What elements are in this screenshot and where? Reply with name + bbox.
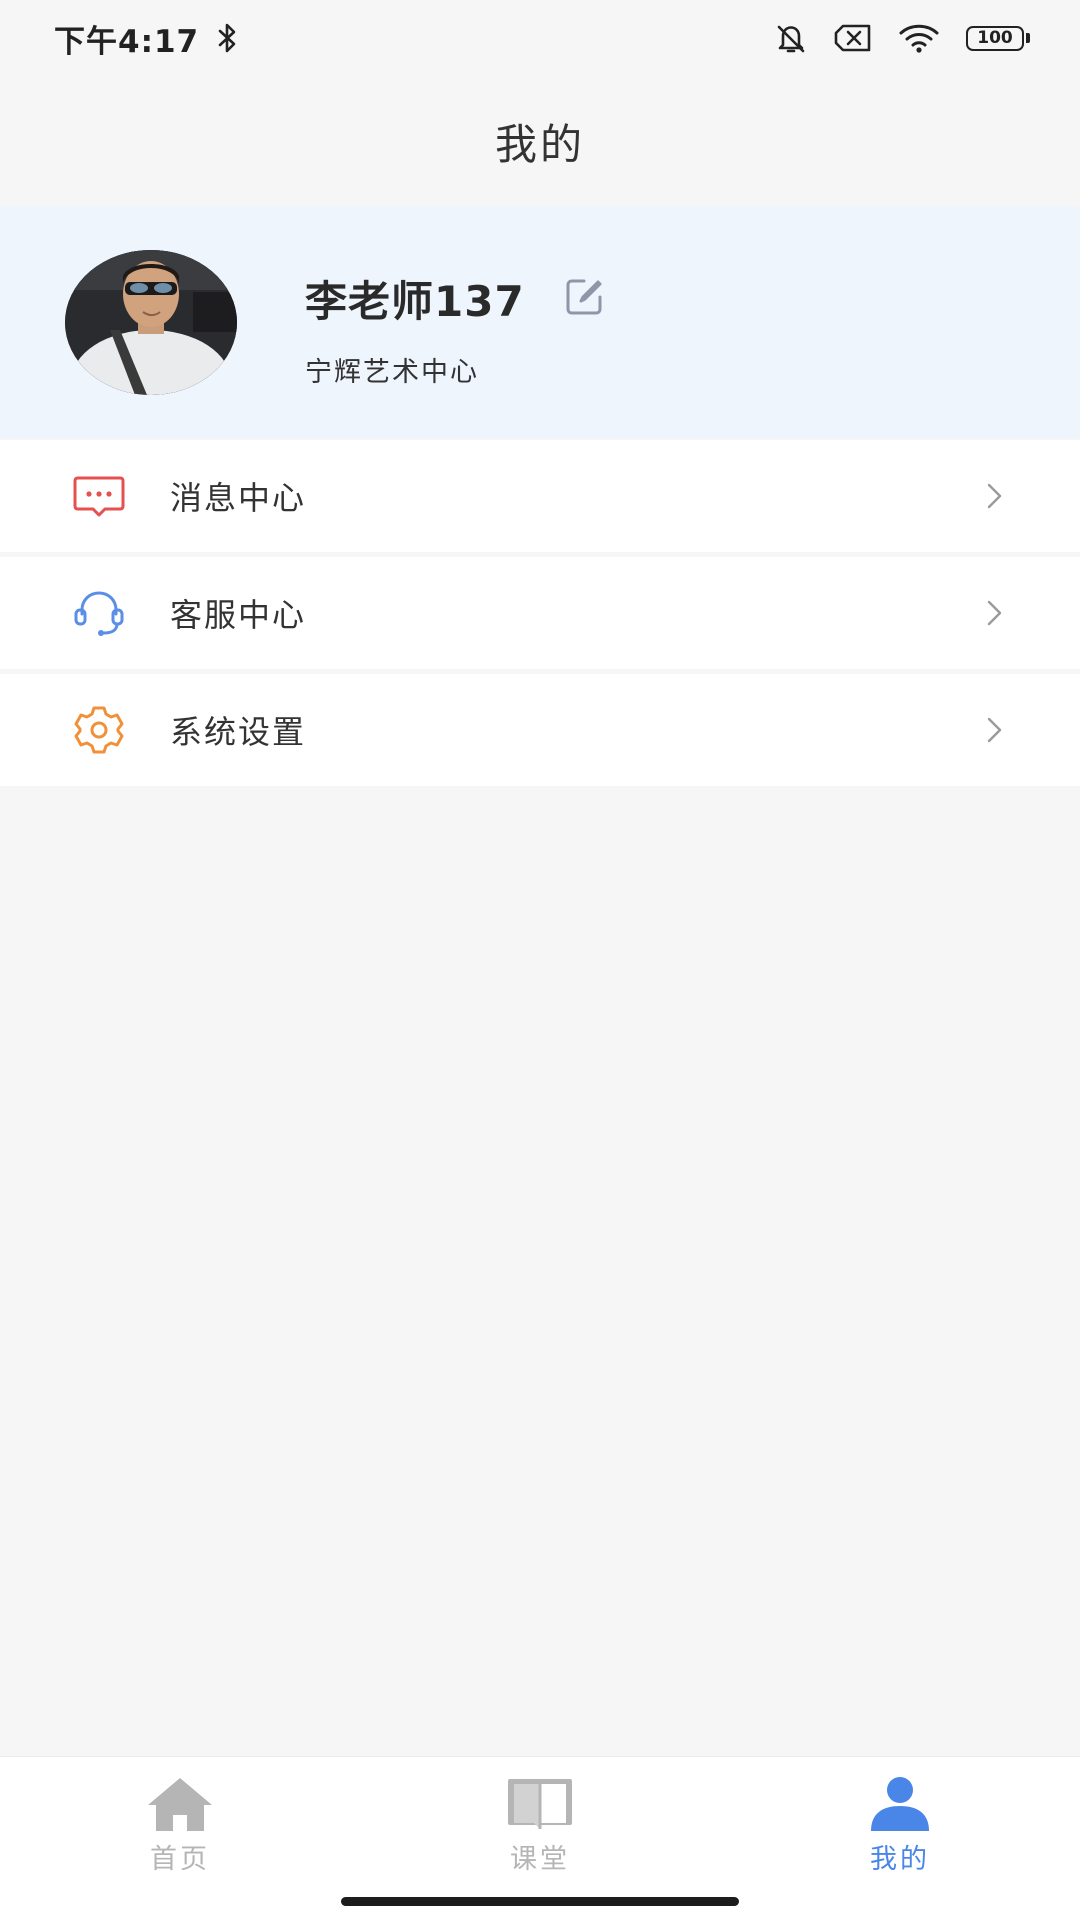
battery-tip — [1026, 33, 1030, 43]
message-icon — [73, 476, 125, 517]
profile-card: 李老师137 宁辉艺术中心 — [0, 206, 1080, 438]
tab-home[interactable]: 首页 — [80, 1775, 280, 1885]
bell-muted-icon — [777, 25, 805, 53]
battery-icon: 100 — [966, 25, 1024, 51]
tab-bar: 首页 课堂 我的 — [0, 1756, 1080, 1920]
user-icon — [871, 1777, 929, 1831]
screen: 下午4:17 100 我的 李老师137 宁辉艺术中心 消息中心 客服中心 系统… — [0, 0, 1080, 1920]
chevron-right-icon — [987, 600, 1002, 626]
gear-icon — [74, 706, 124, 754]
book-icon — [508, 1779, 572, 1829]
chevron-right-icon — [987, 717, 1002, 743]
bluetooth-icon — [218, 23, 236, 53]
menu-item-customer-service[interactable]: 客服中心 — [0, 557, 1080, 669]
user-name: 李老师137 — [305, 277, 525, 326]
battery-indicator: 100 — [966, 25, 1030, 51]
status-bar: 下午4:17 100 — [0, 0, 1080, 76]
menu-item-system-settings[interactable]: 系统设置 — [0, 674, 1080, 786]
home-icon — [148, 1778, 212, 1831]
tab-label: 我的 — [870, 1844, 930, 1875]
home-indicator[interactable] — [341, 1897, 739, 1906]
wifi-icon — [899, 24, 939, 53]
menu-item-label: 消息中心 — [170, 479, 307, 517]
edit-icon[interactable] — [563, 276, 605, 318]
menu-item-label: 系统设置 — [170, 713, 307, 751]
page-title: 我的 — [494, 119, 585, 169]
avatar-photo — [65, 250, 237, 395]
headset-icon — [74, 591, 124, 636]
organization-name: 宁辉艺术中心 — [305, 357, 479, 388]
status-right: 100 — [774, 22, 1030, 54]
status-time: 下午4:17 — [54, 23, 200, 60]
menu-item-label: 客服中心 — [170, 596, 307, 634]
title-bar: 我的 — [0, 76, 1080, 206]
no-sim-icon — [834, 24, 871, 52]
tab-label: 课堂 — [510, 1844, 570, 1875]
tab-classroom[interactable]: 课堂 — [440, 1775, 640, 1885]
avatar[interactable] — [65, 250, 237, 395]
chevron-right-icon — [987, 483, 1002, 509]
tab-label: 首页 — [150, 1844, 210, 1875]
menu-item-message-center[interactable]: 消息中心 — [0, 440, 1080, 552]
battery-level: 100 — [977, 28, 1013, 48]
tab-mine[interactable]: 我的 — [800, 1775, 1000, 1885]
status-left: 下午4:17 — [54, 16, 239, 61]
